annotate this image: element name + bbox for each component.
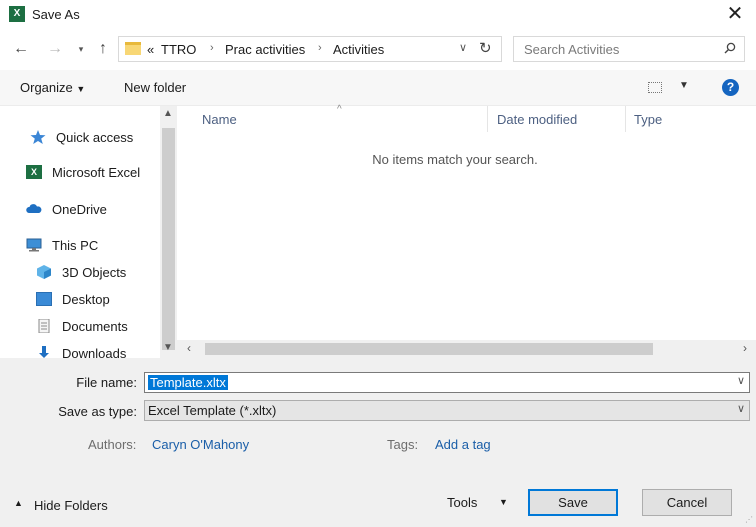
address-bar[interactable]: « TTRO › Prac activities › Activities ∨ …	[118, 36, 502, 62]
navigation-bar: ← → ▾ ↑ « TTRO › Prac activities › Activ…	[0, 32, 756, 66]
column-divider[interactable]	[487, 106, 488, 132]
refresh-icon[interactable]: ↻	[479, 39, 492, 57]
empty-results-message: No items match your search.	[372, 152, 538, 167]
file-name-label: File name:	[76, 375, 137, 390]
star-icon	[30, 130, 46, 144]
command-toolbar: Organize ▼ New folder ▼ ?	[0, 70, 756, 106]
desktop-icon	[36, 292, 52, 306]
breadcrumb-item-activities[interactable]: Activities	[333, 42, 384, 57]
save-as-type-select[interactable]: Excel Template (*.xltx) ∨	[144, 400, 750, 421]
sort-ascending-icon: ^	[337, 104, 342, 115]
scroll-left-icon[interactable]: ‹	[187, 341, 191, 355]
search-placeholder: Search Activities	[524, 42, 620, 57]
file-name-value: Template.xltx	[148, 375, 228, 390]
breadcrumb-overflow[interactable]: «	[147, 42, 154, 57]
organize-button[interactable]: Organize ▼	[20, 80, 85, 95]
new-folder-button[interactable]: New folder	[124, 80, 186, 95]
download-icon	[39, 346, 49, 358]
organize-label: Organize	[20, 80, 73, 95]
close-icon[interactable]: ✕	[724, 2, 746, 26]
computer-icon	[26, 238, 42, 252]
breadcrumb-item-prac-activities[interactable]: Prac activities	[225, 42, 305, 57]
sidebar-item-label: 3D Objects	[62, 265, 127, 280]
chevron-down-icon: ▼	[76, 84, 86, 94]
save-as-type-value: Excel Template (*.xltx)	[148, 403, 277, 418]
search-icon	[724, 42, 736, 54]
tools-menu-button[interactable]: Tools ▼	[447, 495, 508, 510]
title-bar: X Save As ✕	[0, 0, 756, 30]
back-arrow-icon[interactable]: ←	[10, 38, 32, 60]
tools-label: Tools	[447, 495, 478, 510]
resize-grip-icon[interactable]: ⋰	[745, 515, 753, 524]
sidebar-item-label: Microsoft Excel	[52, 165, 141, 180]
sidebar-item-label: Desktop	[62, 292, 110, 307]
hide-folders-label: Hide Folders	[34, 498, 108, 513]
file-name-input[interactable]: Template.xltx ∨	[144, 372, 750, 393]
breadcrumb-chevron-icon[interactable]: ›	[210, 42, 214, 54]
cloud-icon	[26, 204, 42, 213]
file-name-history-chevron-icon[interactable]: ∨	[737, 374, 745, 387]
chevron-down-icon: ▼	[499, 497, 508, 507]
breadcrumb-chevron-icon[interactable]: ›	[318, 42, 322, 54]
navigation-pane-scrollbar[interactable]: ▲ ▼	[160, 106, 177, 358]
column-header-type[interactable]: Type	[634, 112, 662, 127]
column-header-date-modified[interactable]: Date modified	[497, 112, 577, 127]
file-list: ^ Name Date modified Type No items match…	[177, 104, 756, 340]
up-arrow-icon[interactable]: ↑	[92, 38, 114, 60]
column-header-name[interactable]: Name	[202, 112, 237, 127]
search-input[interactable]: Search Activities	[513, 36, 745, 62]
save-button[interactable]: Save	[528, 489, 618, 516]
navigation-pane: Quick access X Microsoft Excel OneDrive …	[0, 106, 160, 358]
file-list-horizontal-scrollbar[interactable]: ‹ ›	[177, 340, 756, 358]
tags-label: Tags:	[387, 437, 419, 452]
view-options-icon[interactable]	[648, 82, 662, 93]
breadcrumb-item-ttro[interactable]: TTRO	[161, 42, 196, 57]
sidebar-item-label: OneDrive	[52, 202, 107, 217]
excel-app-icon: X	[9, 6, 25, 22]
document-icon	[38, 319, 50, 333]
forward-arrow-icon[interactable]: →	[44, 38, 66, 60]
tags-field[interactable]: Add a tag	[435, 437, 491, 452]
view-dropdown-icon[interactable]: ▼	[679, 80, 689, 91]
address-dropdown-icon[interactable]: ∨	[459, 41, 467, 54]
sidebar-item-label: This PC	[52, 238, 99, 253]
save-options-panel: File name: Template.xltx ∨ Save as type:…	[0, 358, 756, 527]
scroll-down-icon[interactable]: ▼	[163, 342, 173, 353]
cube-icon	[37, 265, 51, 279]
column-divider[interactable]	[625, 106, 626, 132]
scrollbar-thumb[interactable]	[205, 343, 653, 355]
window-title: Save As	[32, 7, 80, 22]
folder-icon	[125, 42, 141, 55]
cancel-button[interactable]: Cancel	[642, 489, 732, 516]
scroll-up-icon[interactable]: ▲	[163, 108, 173, 119]
sidebar-item-label: Documents	[62, 319, 128, 334]
help-icon[interactable]: ?	[722, 79, 739, 96]
authors-field[interactable]: Caryn O'Mahony	[152, 437, 249, 452]
sidebar-item-label: Downloads	[62, 346, 127, 358]
scroll-right-icon[interactable]: ›	[743, 341, 747, 355]
scrollbar-thumb[interactable]	[162, 128, 175, 350]
chevron-down-icon: ∨	[736, 403, 745, 415]
excel-icon: X	[26, 165, 42, 179]
recent-locations-chevron-icon[interactable]: ▾	[70, 38, 92, 60]
sidebar-item-label: Quick access	[56, 130, 134, 145]
chevron-up-icon: ▲	[14, 498, 23, 508]
save-as-type-label: Save as type:	[58, 404, 137, 419]
authors-label: Authors:	[88, 437, 137, 452]
